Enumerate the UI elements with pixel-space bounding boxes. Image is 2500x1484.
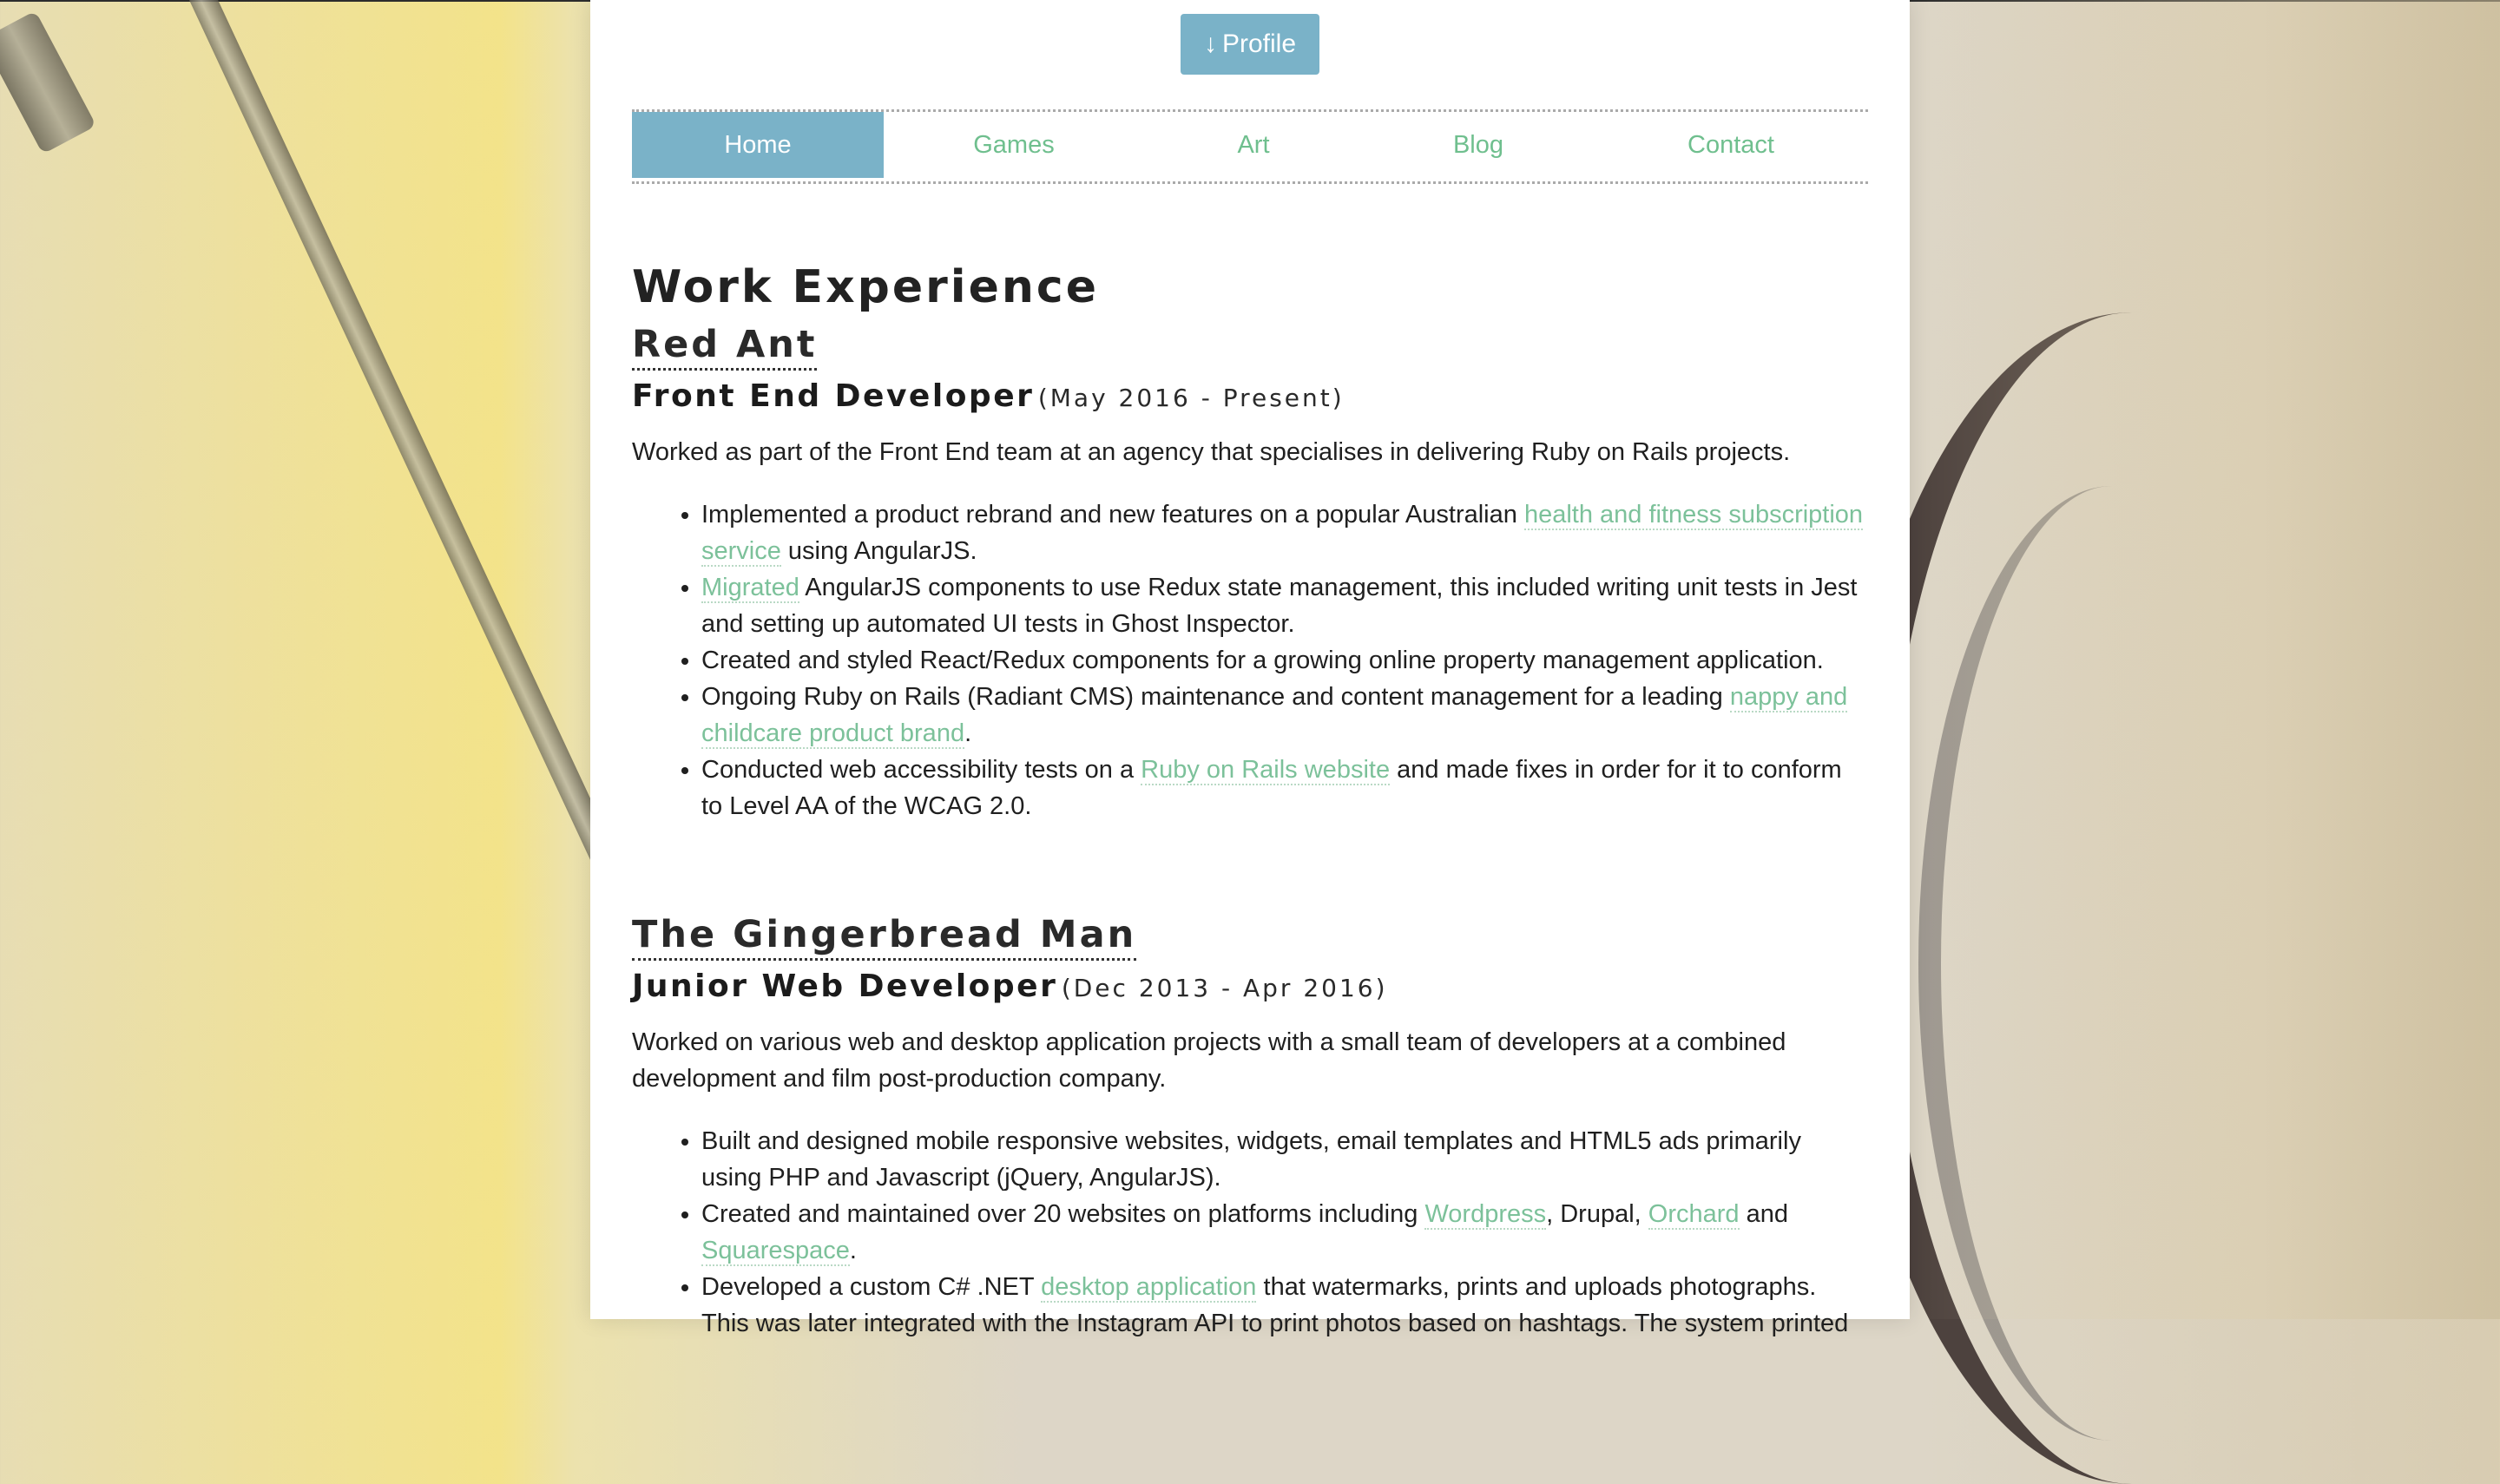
- nav-item-art[interactable]: Art: [1144, 112, 1363, 178]
- profile-button[interactable]: ↓ Profile: [1181, 14, 1319, 75]
- job-role: Front End Developer (May 2016 - Present): [632, 378, 1868, 415]
- arrow-down-icon: ↓: [1203, 30, 1217, 58]
- list-item: Ongoing Ruby on Rails (Radiant CMS) main…: [701, 679, 1868, 752]
- job-title: Front End Developer: [632, 378, 1035, 414]
- job-dates: (Dec 2013 - Apr 2016): [1061, 973, 1388, 1002]
- inline-link[interactable]: Ruby on Rails website: [1141, 756, 1391, 786]
- bullet-text: and: [1739, 1199, 1789, 1228]
- background-pen-cap: [0, 10, 97, 154]
- bullet-text: .: [849, 1236, 857, 1264]
- bullet-text: Ongoing Ruby on Rails (Radiant CMS) main…: [701, 683, 1730, 712]
- nav-item-home[interactable]: Home: [632, 112, 884, 178]
- list-item: Implemented a product rebrand and new fe…: [701, 496, 1868, 569]
- bullet-text: Implemented a product rebrand and new fe…: [701, 501, 1524, 529]
- list-item: Built and designed mobile responsive web…: [701, 1123, 1868, 1196]
- inline-link[interactable]: desktop application: [1041, 1272, 1257, 1303]
- inline-link[interactable]: Orchard: [1648, 1199, 1740, 1230]
- nav-item-games[interactable]: Games: [884, 112, 1144, 178]
- bullet-text: Conducted web accessibility tests on a: [701, 756, 1141, 785]
- job-role: Junior Web Developer (Dec 2013 - Apr 201…: [632, 968, 1868, 1005]
- page-title: Work Experience: [632, 261, 1099, 313]
- nav-item-blog[interactable]: Blog: [1363, 112, 1594, 178]
- job-title: Junior Web Developer: [632, 968, 1058, 1004]
- company-name-link[interactable]: Red Ant: [632, 323, 818, 371]
- background-shade: [1910, 0, 2500, 1319]
- company-name-link[interactable]: The Gingerbread Man: [632, 913, 1137, 961]
- job-entry: The Gingerbread Man Junior Web Developer…: [632, 904, 1868, 1342]
- job-dates: (May 2016 - Present): [1037, 383, 1345, 412]
- inline-link[interactable]: Migrated: [701, 574, 799, 604]
- bullet-text: .: [964, 719, 972, 748]
- nav-item-contact[interactable]: Contact: [1594, 112, 1868, 178]
- main-content: Work Experience Red Ant Front End Develo…: [632, 260, 1868, 1342]
- page-container: ↓ Profile Home Games Art Blog Contact Wo…: [590, 0, 1910, 1337]
- bullet-text: Created and maintained over 20 websites …: [701, 1199, 1425, 1228]
- list-item: Migrated AngularJS components to use Red…: [701, 569, 1868, 642]
- job-description: Worked as part of the Front End team at …: [632, 438, 1791, 467]
- profile-button-label: Profile: [1221, 30, 1297, 58]
- list-item: Created and styled React/Redux component…: [701, 642, 1868, 679]
- bullet-text: Built and designed mobile responsive web…: [701, 1126, 1801, 1192]
- bullet-text: using AngularJS.: [780, 537, 977, 566]
- job-entry: Red Ant Front End Developer (May 2016 - …: [632, 314, 1868, 824]
- bullet-text: Created and styled React/Redux component…: [701, 647, 1824, 675]
- bullet-text: , Drupal,: [1546, 1199, 1648, 1228]
- job-bullets: Implemented a product rebrand and new fe…: [632, 496, 1868, 824]
- inline-link[interactable]: Squarespace: [701, 1236, 850, 1266]
- job-description: Worked on various web and desktop applic…: [632, 1028, 1786, 1093]
- inline-link[interactable]: Wordpress: [1424, 1199, 1547, 1230]
- job-bullets: Built and designed mobile responsive web…: [632, 1123, 1868, 1342]
- main-nav: Home Games Art Blog Contact: [632, 109, 1868, 184]
- list-item: Created and maintained over 20 websites …: [701, 1196, 1868, 1269]
- list-item: Conducted web accessibility tests on a R…: [701, 752, 1868, 824]
- list-item: Developed a custom C# .NET desktop appli…: [701, 1269, 1868, 1342]
- bullet-text: Developed a custom C# .NET: [701, 1272, 1042, 1301]
- bullet-text: AngularJS components to use Redux state …: [701, 574, 1858, 639]
